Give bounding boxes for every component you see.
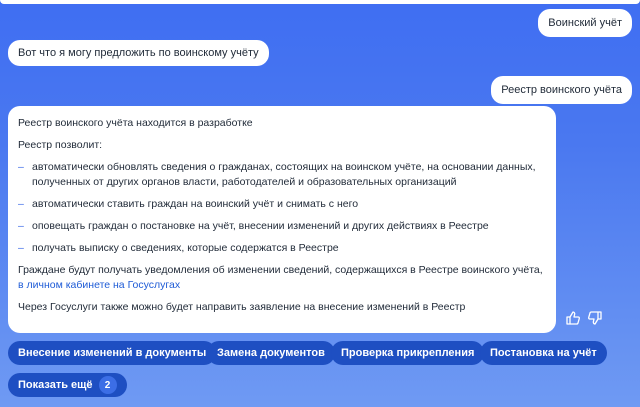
user-message-text: Реестр воинского учёта (501, 84, 622, 96)
bot-message-text: Вот что я могу предложить по воинскому у… (18, 47, 259, 59)
bot-answer-card: Реестр воинского учёта находится в разра… (8, 106, 556, 333)
user-message-text: Воинский учёт (548, 17, 622, 29)
chip-document-changes[interactable]: Внесение изменений в документы (8, 341, 217, 365)
list-item: – оповещать граждан о постановке на учёт,… (18, 220, 489, 232)
user-message: Реестр воинского учёта (491, 76, 632, 104)
show-more-count-badge: 2 (98, 376, 117, 394)
chip-registration[interactable]: Постановка на учёт (480, 341, 607, 365)
dash-bullet-icon: – (18, 220, 24, 232)
answer-notice: Граждане будут получать уведомления об и… (18, 264, 543, 291)
list-item: – получать выписку о сведениях, которые с… (18, 242, 339, 254)
user-message: Воинский учёт (538, 9, 632, 37)
answer-list-title: Реестр позволит: (18, 139, 103, 151)
dash-bullet-icon: – (18, 161, 24, 173)
chip-attachment-check[interactable]: Проверка прикрепления (331, 341, 485, 365)
list-item: – автоматически ставить граждан на воинск… (18, 198, 359, 210)
answer-footer: Через Госуслуги также можно будет направ… (18, 301, 466, 313)
thumbs-down-icon[interactable] (587, 310, 603, 326)
gosuslugi-account-link[interactable]: в личном кабинете на Госуслугах (18, 279, 180, 291)
dash-bullet-icon: – (18, 242, 24, 254)
previous-message-edge (0, 0, 640, 4)
dash-bullet-icon: – (18, 198, 24, 210)
thumbs-up-icon[interactable] (565, 310, 581, 326)
show-more-button[interactable]: Показать ещё 2 (8, 373, 127, 397)
bot-message: Вот что я могу предложить по воинскому у… (8, 40, 269, 66)
answer-intro: Реестр воинского учёта находится в разра… (18, 117, 253, 129)
chip-document-replacement[interactable]: Замена документов (207, 341, 335, 365)
answer-list: – автоматически обновлять сведения о граж… (18, 160, 546, 256)
list-item: – автоматически обновлять сведения о граж… (18, 161, 536, 188)
